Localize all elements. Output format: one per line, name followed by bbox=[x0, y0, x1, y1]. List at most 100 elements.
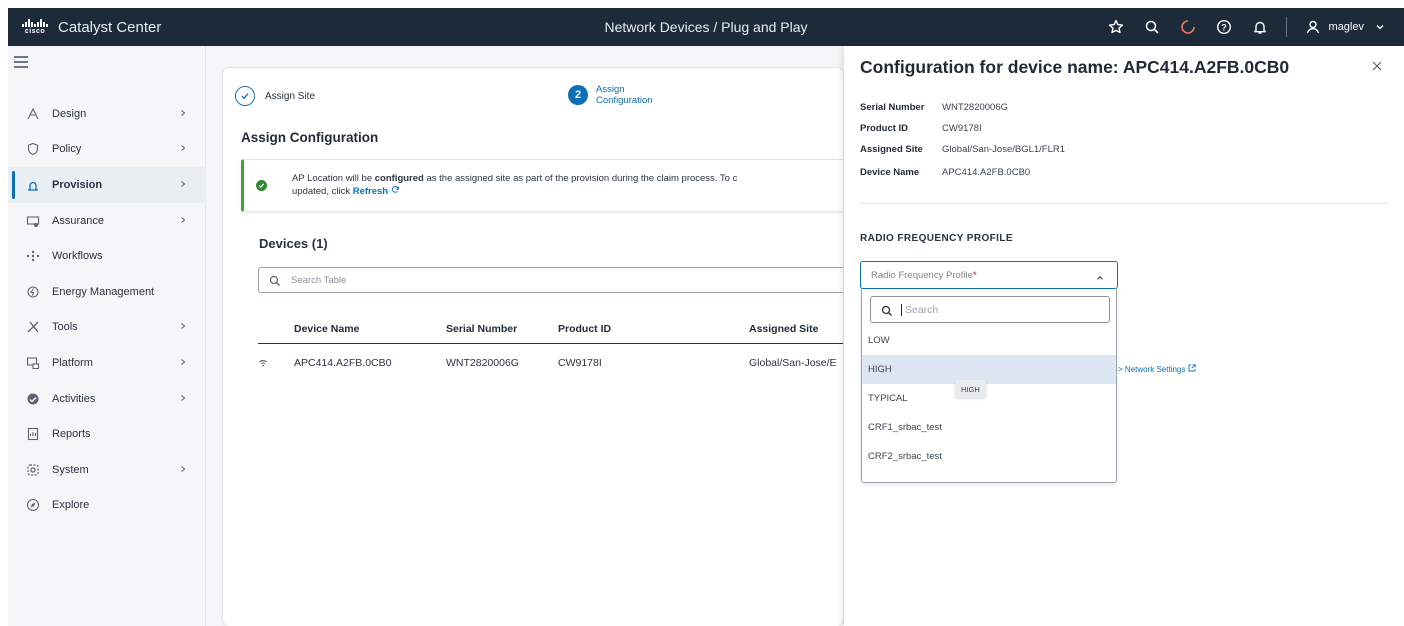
option-high[interactable]: HIGH bbox=[862, 355, 1116, 384]
sidebar-item-label: Assurance bbox=[52, 214, 104, 227]
field-value: Global/San-Jose/BGL1/FLR1 bbox=[942, 144, 1066, 155]
energy-icon bbox=[25, 284, 41, 300]
explore-icon bbox=[25, 497, 41, 513]
chevron-right-icon bbox=[179, 108, 187, 120]
sidebar-item-label: Platform bbox=[52, 356, 93, 369]
refresh-icon[interactable] bbox=[391, 186, 400, 197]
star-icon[interactable] bbox=[1106, 17, 1126, 37]
cell-serial-number: WNT2820006G bbox=[446, 357, 519, 369]
field-value: APC414.A2FB.0CB0 bbox=[942, 167, 1031, 178]
sidebar-item-label: Reports bbox=[52, 428, 91, 441]
svg-text:?: ? bbox=[1221, 22, 1227, 32]
reports-icon bbox=[25, 426, 41, 442]
search-icon[interactable] bbox=[1142, 17, 1162, 37]
alert-text-bold: configured bbox=[374, 173, 424, 184]
cell-product-id: CW9178I bbox=[558, 357, 602, 369]
hamburger-menu-icon[interactable] bbox=[14, 56, 28, 71]
user-name: maglev bbox=[1328, 21, 1364, 33]
sidebar-item-design[interactable]: Design bbox=[8, 96, 206, 132]
sidebar-item-platform[interactable]: Platform bbox=[8, 345, 206, 381]
step-assign-configuration[interactable]: 2 Assign Configuration bbox=[568, 84, 676, 106]
rf-placeholder-text: Radio Frequency Profile bbox=[871, 270, 973, 281]
panel-title: Configuration for device name: APC414.A2… bbox=[860, 57, 1290, 77]
option-typical[interactable]: TYPICAL bbox=[862, 384, 1116, 413]
sidebar-item-explore[interactable]: Explore bbox=[8, 488, 206, 524]
step-assign-site[interactable]: Assign Site bbox=[235, 86, 315, 106]
dropdown-search-input[interactable]: Search bbox=[870, 296, 1110, 323]
chevron-right-icon bbox=[179, 357, 187, 369]
sidebar-item-system[interactable]: System bbox=[8, 452, 206, 488]
sidebar-item-label: Activities bbox=[52, 392, 96, 405]
chevron-right-icon bbox=[179, 464, 187, 476]
platform-icon bbox=[25, 355, 41, 371]
design-icon bbox=[25, 106, 41, 122]
sidebar-item-assurance[interactable]: Assurance bbox=[8, 203, 206, 239]
sidebar-nav: Design Policy Provision Assurance Workflows E… bbox=[8, 96, 206, 523]
cisco-logo-mark: cisco bbox=[22, 16, 48, 38]
search-icon bbox=[881, 304, 893, 316]
configuration-panel: Configuration for device name: APC414.A2… bbox=[844, 46, 1404, 626]
sidebar-item-workflows[interactable]: Workflows bbox=[8, 238, 206, 274]
help-icon[interactable]: ? bbox=[1214, 17, 1234, 37]
check-icon bbox=[235, 86, 255, 106]
refresh-link[interactable]: Refresh bbox=[353, 186, 388, 197]
col-assigned-site[interactable]: Assigned Site bbox=[749, 323, 818, 335]
option-crf1-srbac-test[interactable]: CRF1_srbac_test bbox=[862, 413, 1116, 442]
cisco-logo[interactable]: cisco Catalyst Center bbox=[22, 16, 161, 38]
col-device-name[interactable]: Device Name bbox=[294, 323, 359, 335]
gear-icon bbox=[25, 462, 41, 478]
sidebar-item-label: Policy bbox=[52, 143, 82, 156]
workflows-icon bbox=[25, 248, 41, 264]
close-icon[interactable] bbox=[1372, 58, 1382, 74]
wizard-card: Assign Site 2 Assign Configuration Assig… bbox=[222, 67, 844, 626]
divider bbox=[860, 203, 1388, 204]
sidebar-item-provision[interactable]: Provision bbox=[8, 167, 206, 203]
option-low[interactable]: LOW bbox=[862, 326, 1116, 355]
sidebar-item-label: Provision bbox=[52, 178, 103, 191]
sidebar-item-energy-management[interactable]: Energy Management bbox=[8, 274, 206, 310]
dropdown-search-placeholder: Search bbox=[905, 303, 939, 316]
devices-table-header: Device Name Serial Number Product ID Ass… bbox=[258, 316, 843, 344]
search-table-input[interactable]: Search Table bbox=[258, 267, 843, 293]
bell-icon[interactable] bbox=[1250, 17, 1270, 37]
chevron-right-icon bbox=[179, 393, 187, 405]
chevron-down-icon bbox=[1370, 17, 1390, 37]
alert-text-after: as the assigned site as part of the prov… bbox=[423, 173, 738, 184]
sidebar-item-label: Workflows bbox=[52, 250, 103, 263]
rf-profile-select[interactable]: Radio Frequency Profile* bbox=[860, 261, 1118, 289]
sidebar-item-policy[interactable]: Policy bbox=[8, 132, 206, 168]
alert-text-before: AP Location will be bbox=[292, 173, 375, 184]
success-check-icon bbox=[256, 180, 267, 191]
sidebar-item-activities[interactable]: Activities bbox=[8, 381, 206, 417]
cloud-icon[interactable] bbox=[1178, 17, 1198, 37]
required-mark: * bbox=[972, 270, 977, 281]
shield-icon bbox=[25, 141, 41, 157]
info-alert: AP Location will be configured as the as… bbox=[241, 159, 843, 212]
sidebar-item-tools[interactable]: Tools bbox=[8, 310, 206, 346]
provision-icon bbox=[25, 177, 41, 193]
chevron-right-icon bbox=[179, 321, 187, 333]
activities-icon bbox=[25, 391, 41, 407]
devices-title: Devices (1) bbox=[259, 236, 328, 251]
sidebar-item-label: System bbox=[52, 463, 89, 476]
field-key: Device Name bbox=[860, 167, 920, 178]
chevron-up-icon bbox=[1095, 270, 1105, 280]
option-crf2-srbac-test[interactable]: CRF2_srbac_test bbox=[862, 442, 1116, 471]
chevron-right-icon bbox=[179, 179, 187, 191]
sidebar-item-reports[interactable]: Reports bbox=[8, 416, 206, 452]
sidebar: Design Policy Provision Assurance Workflows E… bbox=[8, 46, 206, 626]
app-name: Catalyst Center bbox=[58, 18, 162, 36]
user-menu[interactable]: maglev bbox=[1303, 17, 1390, 37]
sidebar-item-label: Design bbox=[52, 107, 87, 120]
table-row[interactable]: APC414.A2FB.0CB0 WNT2820006G CW9178I Glo… bbox=[258, 350, 843, 380]
col-product-id[interactable]: Product ID bbox=[558, 323, 611, 335]
top-bar: cisco Catalyst Center Network Devices / … bbox=[8, 8, 1404, 46]
network-settings-link[interactable]: > Network Settings bbox=[1118, 364, 1196, 374]
step2-number: 2 bbox=[568, 85, 588, 105]
sidebar-item-label: Explore bbox=[52, 499, 90, 512]
logo-bars bbox=[22, 19, 48, 27]
tools-icon bbox=[25, 319, 41, 335]
assurance-icon bbox=[25, 213, 41, 229]
col-serial-number[interactable]: Serial Number bbox=[446, 323, 517, 335]
rf-profile-dropdown: Search LOW HIGH TYPICAL CRF1_srbac_test … bbox=[861, 289, 1117, 483]
